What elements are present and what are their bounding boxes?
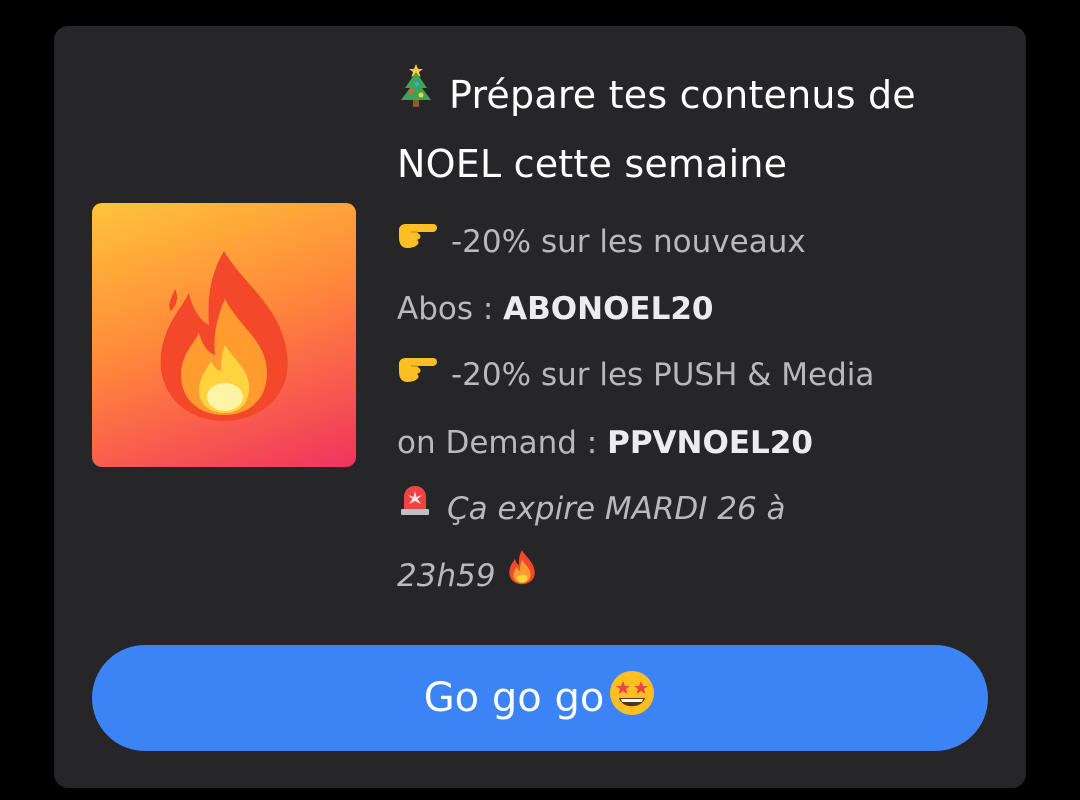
promo-text: Prépare tes contenus de NOEL cette semai…	[397, 62, 997, 611]
promo-line-3-text: -20% sur les PUSH & Media	[451, 357, 875, 393]
promo-code-ppv: PPVNOEL20	[607, 424, 813, 461]
promo-line-3: -20% sur les PUSH & Media	[397, 342, 997, 410]
promo-thumbnail	[92, 203, 356, 467]
promo-body: -20% sur les nouveaux Abos : ABONOEL20 -…	[397, 209, 997, 611]
promo-title: Prépare tes contenus de NOEL cette semai…	[397, 62, 997, 197]
go-go-go-button[interactable]: Go go go	[92, 645, 988, 751]
promo-code-abos: ABONOEL20	[503, 291, 714, 327]
promo-line-6: 23h59	[397, 543, 997, 611]
promo-line-6-text: 23h59	[397, 558, 496, 594]
fire-icon	[160, 251, 288, 421]
star-struck-icon	[608, 669, 656, 727]
promo-line-4-text: on Demand :	[397, 424, 608, 461]
promo-line-2-text: Abos :	[397, 291, 504, 327]
christmas-tree-icon	[397, 62, 435, 128]
promo-line-5-text: Ça expire MARDI 26 à	[447, 490, 786, 527]
promo-card: Prépare tes contenus de NOEL cette semai…	[54, 26, 1026, 788]
pointing-hand-icon	[397, 207, 437, 273]
promo-line-1-text: -20% sur les nouveaux	[451, 223, 806, 260]
fire-icon	[506, 542, 538, 608]
promo-title-text: Prépare tes contenus de NOEL cette semai…	[397, 73, 916, 186]
promo-line-1: -20% sur les nouveaux	[397, 209, 997, 277]
promo-line-4: on Demand : PPVNOEL20	[397, 410, 997, 476]
pointing-hand-icon	[397, 341, 437, 407]
cta-label: Go go go	[423, 675, 605, 721]
promo-line-5: Ça expire MARDI 26 à	[397, 476, 997, 544]
siren-icon	[397, 474, 433, 540]
promo-line-2: Abos : ABONOEL20	[397, 276, 997, 342]
